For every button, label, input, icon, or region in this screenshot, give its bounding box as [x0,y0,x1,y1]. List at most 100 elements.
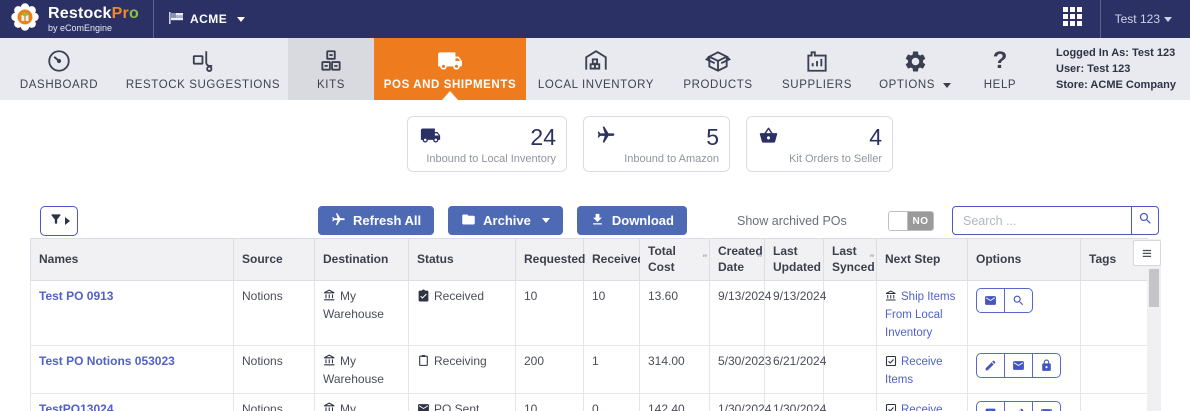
col-header-last-synced[interactable]: Last Synced [824,239,877,281]
question-icon [993,47,1008,75]
edit-button[interactable] [1004,401,1033,411]
download-label: Download [612,213,674,228]
gear-logo-icon [10,2,40,37]
po-name-link[interactable]: Test PO Notions 053023 [39,354,175,368]
tab-label: LOCAL INVENTORY [538,79,654,91]
source-cell: Notions [242,402,283,411]
tab-restock-suggestions[interactable]: RESTOCK SUGGESTIONS [118,38,288,100]
requested-cell: 10 [524,289,537,303]
tab-dashboard[interactable]: DASHBOARD [0,38,118,100]
requested-cell: 10 [524,402,537,411]
brand-tagline: by eComEngine [48,24,139,33]
active-tab-notch [442,91,458,100]
tab-help[interactable]: HELP [966,38,1034,100]
search-button[interactable] [1131,206,1159,235]
created-date-cell: 1/30/2024 [718,402,771,411]
download-icon [590,212,605,230]
tab-products[interactable]: PRODUCTS [666,38,770,100]
grid-icon [1063,7,1082,31]
stat-label: Kit Orders to Seller [759,153,882,165]
mail-button[interactable] [1032,401,1061,411]
org-switcher[interactable]: ACME [154,11,259,28]
stat-value: 5 [706,124,719,151]
toggle-knob [889,212,908,230]
col-header-created-date[interactable]: Created Date [710,239,765,281]
user-menu[interactable]: Test 123 [1101,0,1190,38]
user-menu-label: Test 123 [1115,12,1160,26]
search-button[interactable] [1004,288,1033,313]
col-header-options[interactable]: Options [968,239,1081,281]
chevron-down-icon [1164,17,1172,22]
source-cell: Notions [242,354,283,368]
source-cell: Notions [242,289,283,303]
col-header-source[interactable]: Source [234,239,315,281]
tab-options[interactable]: OPTIONS [864,38,966,100]
col-header-received[interactable]: Received [584,239,640,281]
warehouse-icon [885,290,897,306]
col-header-requested[interactable]: Requested [516,239,584,281]
po-name-link[interactable]: Test PO 0913 [39,289,113,303]
apps-grid-button[interactable] [1045,0,1100,38]
refresh-all-button[interactable]: Refresh All [318,206,434,235]
stat-card-kit-orders[interactable]: 4 Kit Orders to Seller [746,116,893,172]
show-archived-toggle[interactable]: NO [888,211,934,231]
received-cell: 1 [592,354,599,368]
row-options [976,288,1033,313]
tab-local-inventory[interactable]: LOCAL INVENTORY [526,38,666,100]
top-header: RestockPro by eComEngine ACME [0,0,1190,38]
filter-button[interactable] [40,206,78,236]
col-header-next-step[interactable]: Next Step [877,239,968,281]
stat-label: Inbound to Local Inventory [420,153,556,165]
login-store: Store: ACME Company [1056,78,1176,94]
col-header-names[interactable]: Names [31,239,234,281]
column-menu-button[interactable] [1133,240,1161,266]
mail-button[interactable] [976,288,1005,313]
tab-label: PRODUCTS [683,79,752,91]
chevron-down-icon [237,17,245,22]
stat-value: 24 [530,124,556,151]
col-header-last-updated[interactable]: Last Updated [765,239,824,281]
received-cell: 10 [592,289,605,303]
col-header-total-cost[interactable]: Total Cost [640,239,710,281]
tab-suppliers[interactable]: SUPPLIERS [770,38,864,100]
created-date-cell: 9/13/2024 [718,289,771,303]
col-header-status[interactable]: Status [409,239,516,281]
org-name: ACME [190,12,227,26]
gauge-icon [46,47,72,75]
last-updated-cell: 1/30/2024 [773,402,826,411]
mail-button[interactable] [1004,353,1033,378]
tab-label: DASHBOARD [20,79,98,91]
received-cell: 0 [592,402,599,411]
tab-label: SUPPLIERS [782,79,852,91]
stat-card-inbound-amazon[interactable]: 5 Inbound to Amazon [583,116,730,172]
gear-icon [903,47,928,75]
tab-pos-and-shipments[interactable]: POS AND SHIPMENTS [374,38,526,100]
tab-label: OPTIONS [879,79,951,91]
col-header-destination[interactable]: Destination [315,239,409,281]
tab-kits[interactable]: KITS [288,38,374,100]
status-cell: Received [434,289,484,303]
tab-label: HELP [984,79,1016,91]
add-button[interactable] [976,401,1005,411]
archive-button[interactable]: Archive [448,206,563,235]
download-button[interactable]: Download [577,206,687,235]
warehouse-icon [323,289,336,306]
scrollbar-thumb[interactable] [1149,269,1159,307]
chevron-right-icon [65,217,70,225]
brand-logo[interactable]: RestockPro by eComEngine [0,0,153,38]
stat-card-inbound-local[interactable]: 24 Inbound to Local Inventory [407,116,567,172]
po-name-link[interactable]: TestPO13024 [39,402,114,411]
edit-button[interactable] [976,353,1005,378]
funnel-icon [49,212,63,231]
warehouse-icon [583,47,609,75]
last-updated-cell: 6/21/2024 [773,354,826,368]
total-cost-cell: 13.60 [648,289,678,303]
folder-icon [461,212,476,230]
total-cost-cell: 314.00 [648,354,685,368]
warehouse-icon [323,354,336,371]
search-input[interactable] [952,206,1132,235]
clipboard-check-icon [417,289,430,306]
total-cost-cell: 142.40 [648,402,685,411]
lock-button[interactable] [1032,353,1061,378]
factory-icon [804,47,830,75]
